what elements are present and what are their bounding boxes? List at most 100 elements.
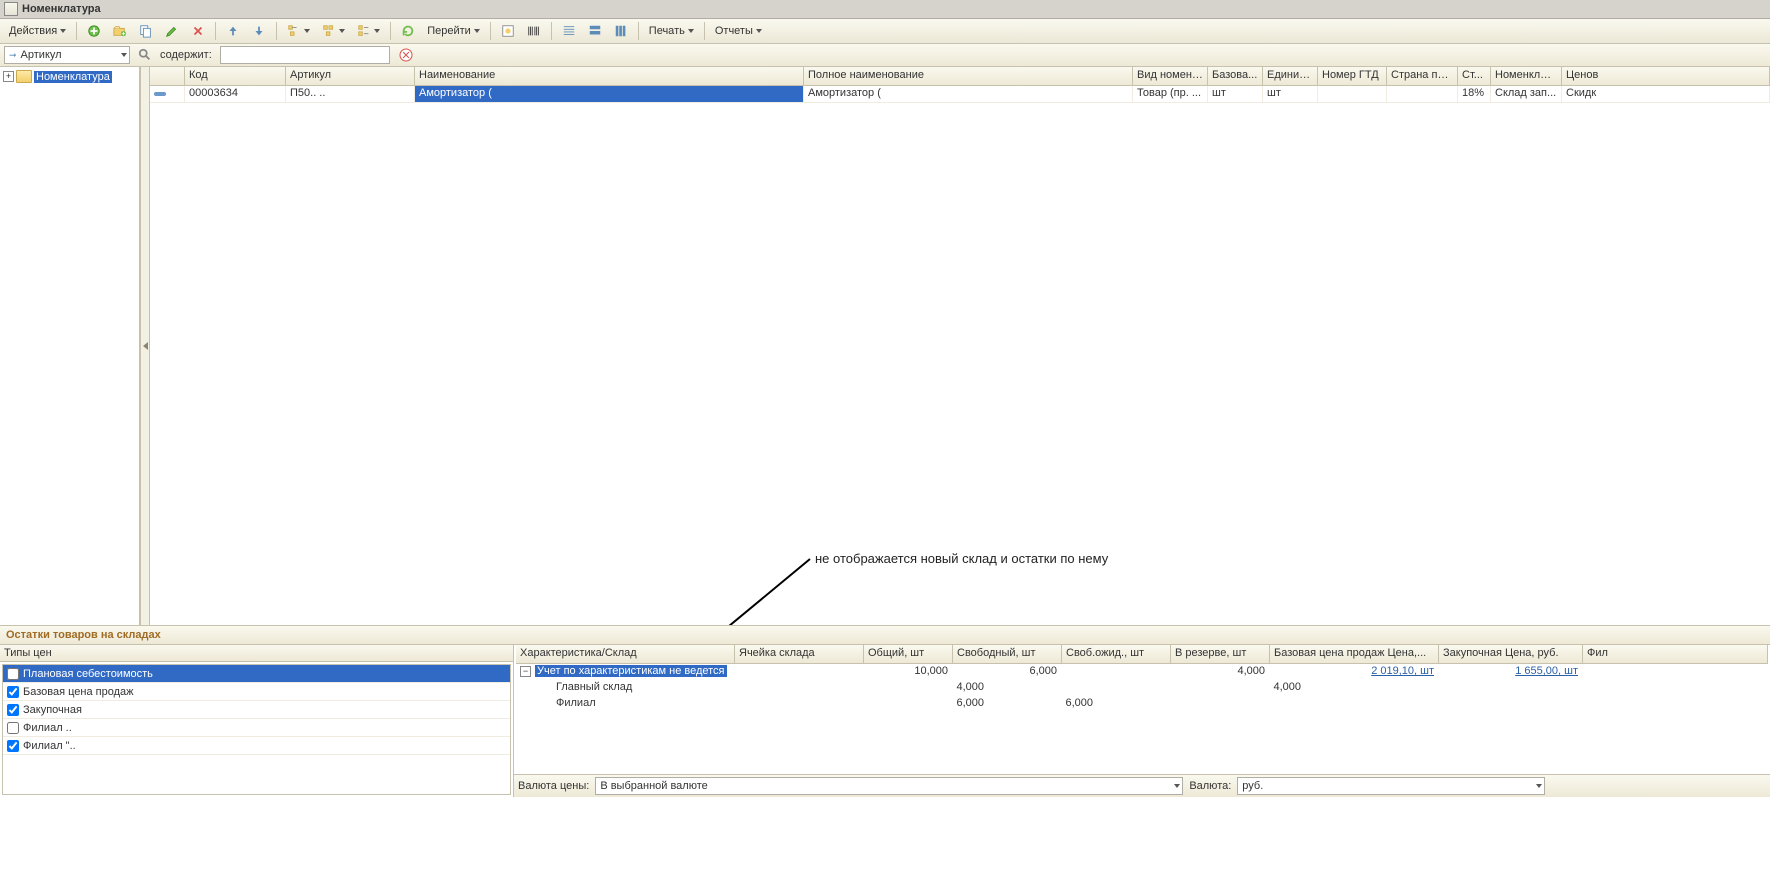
stock-cell-free — [989, 680, 1098, 696]
col-base-price[interactable]: Базовая цена продаж Цена,... — [1270, 645, 1439, 663]
tree-mode-3-button[interactable] — [352, 20, 385, 42]
col-fullname[interactable]: Полное наименование — [804, 67, 1133, 85]
col-country[interactable]: Страна про... — [1387, 67, 1458, 85]
stock-row[interactable]: Главный склад4,0004,000 — [516, 680, 1768, 696]
cell-code: 00003634 — [185, 86, 286, 102]
price-type-checkbox[interactable] — [7, 668, 19, 680]
price-type-label: Плановая себестоимость — [23, 668, 153, 680]
col-code[interactable]: Код — [185, 67, 286, 85]
stock-cell-purchase_price[interactable]: 1 655,00, шт — [1439, 664, 1583, 680]
col-gtd[interactable]: Номер ГТД — [1318, 67, 1387, 85]
price-type-row[interactable]: Филиал ".. — [3, 737, 510, 755]
col-article[interactable]: Артикул — [286, 67, 415, 85]
goto-label: Перейти — [427, 25, 471, 37]
dropdown-caret-icon — [1174, 784, 1180, 788]
price-type-label: Закупочная — [23, 704, 82, 716]
stock-cell-free: 6,000 — [989, 696, 1098, 712]
stock-cell-purchase_price — [1475, 680, 1619, 696]
col-nomencl[interactable]: Номенклат... — [1491, 67, 1562, 85]
arrow-icon: ➞ — [9, 50, 17, 61]
col-reserve[interactable]: В резерве, шт — [1171, 645, 1270, 663]
price-type-row[interactable]: Базовая цена продаж — [3, 683, 510, 701]
stock-cell-purchase_price — [1475, 696, 1619, 712]
price-type-checkbox[interactable] — [7, 686, 19, 698]
print-label: Печать — [649, 25, 685, 37]
edit-button[interactable] — [160, 20, 184, 42]
col-name[interactable]: Наименование — [415, 67, 804, 85]
col-marker[interactable] — [150, 67, 185, 85]
tree-root-node[interactable]: + Номенклатура — [2, 69, 137, 84]
folder-icon — [16, 70, 32, 83]
reports-menu[interactable]: Отчеты — [710, 20, 767, 42]
print-menu[interactable]: Печать — [644, 20, 699, 42]
stock-row[interactable]: −Учет по характеристикам не ведется10,00… — [516, 664, 1768, 680]
table-row[interactable]: 00003634 П50.. .. Амортизатор ( Амортиза… — [150, 86, 1770, 103]
refresh-button[interactable] — [396, 20, 420, 42]
row-marker-icon — [154, 92, 166, 96]
col-rate[interactable]: Ст... — [1458, 67, 1491, 85]
price-type-row[interactable]: Закупочная — [3, 701, 510, 719]
stock-cell-cell — [771, 680, 900, 696]
columns-button[interactable] — [609, 20, 633, 42]
stock-cell-base_price — [1306, 696, 1475, 712]
tree-mode-1-button[interactable] — [282, 20, 315, 42]
col-unit[interactable]: Единиц... — [1263, 67, 1318, 85]
move-up-button[interactable] — [221, 20, 245, 42]
price-type-checkbox[interactable] — [7, 722, 19, 734]
price-type-checkbox[interactable] — [7, 740, 19, 752]
copy-button[interactable] — [134, 20, 158, 42]
price-type-row[interactable]: Плановая себестоимость — [3, 665, 510, 683]
cell-unit: шт — [1263, 86, 1318, 102]
filter-field-dropdown[interactable]: ➞ Артикул — [4, 46, 130, 64]
goto-menu[interactable]: Перейти — [422, 20, 485, 42]
add-button[interactable] — [82, 20, 106, 42]
list-view-button[interactable] — [557, 20, 581, 42]
cell-article: П50.. .. — [286, 86, 415, 102]
stock-cell-char: Главный склад — [516, 680, 771, 696]
stock-cell-free_exp — [1062, 664, 1171, 680]
col-free-exp[interactable]: Своб.ожид., шт — [1062, 645, 1171, 663]
col-total[interactable]: Общий, шт — [864, 645, 953, 663]
splitter[interactable] — [140, 67, 150, 625]
col-price[interactable]: Ценов — [1562, 67, 1770, 85]
bottom-row: Типы цен Плановая себестоимость Базовая ц… — [0, 645, 1770, 797]
delete-button[interactable] — [186, 20, 210, 42]
price-type-checkbox[interactable] — [7, 704, 19, 716]
col-cell[interactable]: Ячейка склада — [735, 645, 864, 663]
search-icon[interactable] — [138, 48, 152, 62]
stock-cell-base_price[interactable]: 2 019,10, шт — [1270, 664, 1439, 680]
main-toolbar: Действия Перейти Печать Отчеты — [0, 19, 1770, 44]
reports-label: Отчеты — [715, 25, 753, 37]
stock-row[interactable]: Филиал6,0006,000 — [516, 696, 1768, 712]
collapse-left-icon[interactable] — [143, 342, 148, 350]
filter-input[interactable] — [220, 46, 390, 64]
app-icon — [4, 2, 18, 16]
col-type[interactable]: Вид номенк... — [1133, 67, 1208, 85]
col-char[interactable]: Характеристика/Склад — [516, 645, 735, 663]
cell-country — [1387, 86, 1458, 102]
move-down-button[interactable] — [247, 20, 271, 42]
clear-filter-button[interactable] — [398, 47, 414, 63]
stock-cell-char: Филиал — [516, 696, 771, 712]
settings-button[interactable] — [496, 20, 520, 42]
price-types-header: Типы цен — [0, 645, 513, 662]
barcode-button[interactable] — [522, 20, 546, 42]
dropdown-caret-icon — [756, 29, 762, 33]
col-free[interactable]: Свободный, шт — [953, 645, 1062, 663]
col-base[interactable]: Базова... — [1208, 67, 1263, 85]
price-type-row[interactable]: Филиал .. — [3, 719, 510, 737]
actions-menu[interactable]: Действия — [4, 20, 71, 42]
stock-cell-cell — [735, 664, 864, 680]
filter-field-value: Артикул — [21, 49, 62, 61]
tree-mode-2-button[interactable] — [317, 20, 350, 42]
dropdown-caret-icon — [688, 29, 694, 33]
currency-dropdown[interactable]: руб. — [1237, 777, 1545, 795]
add-folder-button[interactable] — [108, 20, 132, 42]
cell-type: Товар (пр. ... — [1133, 86, 1208, 102]
col-fil[interactable]: Фил — [1583, 645, 1768, 663]
detail-view-button[interactable] — [583, 20, 607, 42]
col-purchase-price[interactable]: Закупочная Цена, руб. — [1439, 645, 1583, 663]
stock-pane: Характеристика/Склад Ячейка склада Общий… — [514, 645, 1770, 797]
expand-icon[interactable]: + — [3, 71, 14, 82]
currency-price-dropdown[interactable]: В выбранной валюте — [595, 777, 1183, 795]
